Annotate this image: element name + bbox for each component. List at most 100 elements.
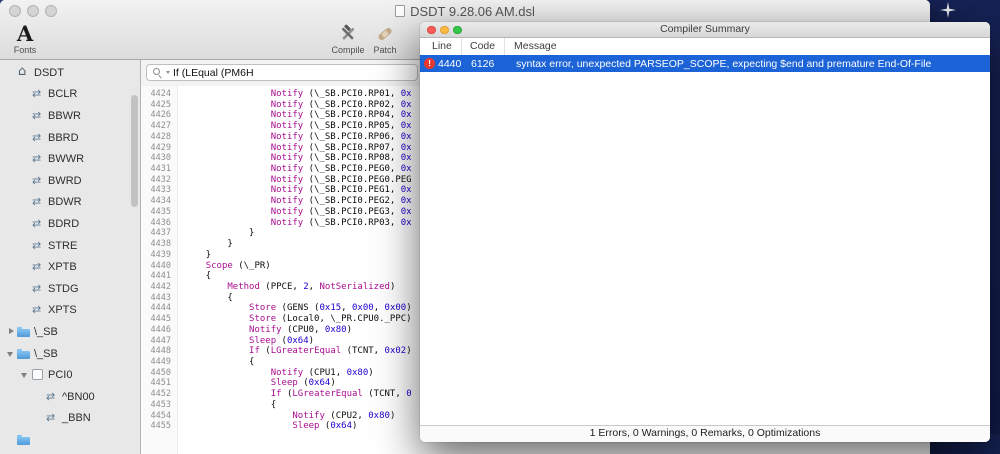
- compile-button-label: Compile: [331, 45, 365, 55]
- patch-button[interactable]: Patch: [366, 23, 404, 55]
- method-icon: [31, 195, 46, 208]
- method-icon: [31, 217, 46, 230]
- sidebar-item-xptb[interactable]: XPTB: [0, 256, 140, 278]
- compiler-titlebar[interactable]: Compiler Summary: [420, 22, 990, 38]
- sidebar-item-bbn[interactable]: _BBN: [0, 408, 140, 430]
- sidebar-item-bwrd[interactable]: BWRD: [0, 170, 140, 192]
- sidebar-item-xpts[interactable]: XPTS: [0, 300, 140, 322]
- zoom-button[interactable]: [45, 5, 57, 17]
- sidebar-item-dsdt[interactable]: DSDT: [0, 62, 140, 84]
- compile-icon: [341, 24, 355, 40]
- code-text: Notify (\_SB.PCI0.PEG3, 0x: [270, 206, 412, 217]
- code-text: Notify (\_SB.PCI0.PEG2, 0x: [270, 196, 412, 207]
- code-text: {: [184, 356, 255, 367]
- sidebar-item-bbrd[interactable]: BBRD: [0, 127, 140, 149]
- compiler-title-text: Compiler Summary: [660, 23, 750, 35]
- sidebar-item-label: BWRD: [48, 174, 82, 187]
- line-number: 4440: [150, 260, 171, 271]
- sidebar-item-label: BDWR: [48, 196, 82, 209]
- code-text: Notify (\_SB.PCI0.RP02, 0x: [270, 99, 412, 110]
- device-icon: [31, 369, 46, 381]
- sidebar-item-bwwr[interactable]: BWWR: [0, 148, 140, 170]
- sidebar-scrollbar[interactable]: [131, 95, 138, 207]
- disclosure-triangle[interactable]: [6, 327, 16, 337]
- sidebar-item-label: BBWR: [48, 109, 81, 122]
- error-row[interactable]: ! 4440 6126 syntax error, unexpected PARSEO…: [420, 55, 990, 72]
- sidebar-item-sb[interactable]: \_SB: [0, 343, 140, 365]
- line-number: 4450: [150, 367, 171, 378]
- method-icon: [31, 239, 46, 252]
- code-text: Notify (\_SB.PCI0.RP07, 0x: [270, 142, 412, 153]
- code-text: Sleep (0x64): [292, 421, 358, 432]
- line-number: 4439: [150, 249, 171, 260]
- fonts-button[interactable]: A Fonts: [4, 23, 46, 56]
- titlebar[interactable]: DSDT 9.28.06 AM.dsl: [0, 0, 930, 22]
- close-button[interactable]: [9, 5, 21, 17]
- line-number: 4441: [150, 271, 171, 282]
- line-number: 4433: [150, 185, 171, 196]
- sidebar-item-bbwr[interactable]: BBWR: [0, 105, 140, 127]
- line-number: 4430: [150, 153, 171, 164]
- column-message: Message: [514, 40, 557, 52]
- line-number: 4424: [150, 89, 171, 99]
- sidebar-item-stdg[interactable]: STDG: [0, 278, 140, 300]
- house-icon: [17, 64, 32, 79]
- line-number: 4448: [150, 346, 171, 357]
- compiler-zoom-button[interactable]: [453, 25, 462, 34]
- code-text: Notify (\_SB.PCI0.RP08, 0x: [270, 153, 412, 164]
- code-text: }: [184, 239, 233, 250]
- code-text: Notify (CPU2, 0x80): [292, 410, 396, 421]
- line-number: 4446: [150, 324, 171, 335]
- disclosure-triangle[interactable]: [20, 370, 30, 380]
- search-input[interactable]: [146, 64, 418, 81]
- desktop: { "desktop": { "background": "#1b2a63" }…: [0, 0, 1000, 454]
- method-icon: [31, 131, 46, 144]
- method-icon: [31, 282, 46, 295]
- line-number: 4438: [150, 239, 171, 250]
- error-list: ! 4440 6126 syntax error, unexpected PARSEO…: [420, 55, 990, 426]
- line-number: 4444: [150, 303, 171, 314]
- sidebar-item-sb[interactable]: \_SB: [0, 321, 140, 343]
- minimize-button[interactable]: [27, 5, 39, 17]
- line-number: 4425: [150, 99, 171, 110]
- code-text: Sleep (0x64): [270, 378, 336, 389]
- sidebar-item-bn00[interactable]: ^BN00: [0, 386, 140, 408]
- line-number: 4454: [150, 410, 171, 421]
- compiler-minimize-button[interactable]: [440, 25, 449, 34]
- line-number: 4455: [150, 421, 171, 432]
- sidebar-item-stre[interactable]: STRE: [0, 235, 140, 257]
- sidebar-item-bdwr[interactable]: BDWR: [0, 192, 140, 214]
- code-text: }: [184, 249, 212, 260]
- sidebar-item-label: XPTB: [48, 261, 77, 274]
- line-number: 4428: [150, 131, 171, 142]
- disclosure-triangle[interactable]: [6, 349, 16, 359]
- sidebar-item-bdrd[interactable]: BDRD: [0, 213, 140, 235]
- compile-button[interactable]: Compile: [326, 23, 370, 55]
- sidebar-item-label: PCI0: [48, 369, 73, 382]
- sidebar-item-label: ^BN00: [62, 390, 95, 403]
- error-code: 6126: [471, 57, 495, 70]
- sidebar-item[interactable]: [0, 429, 140, 451]
- sidebar-item-label: BCLR: [48, 88, 78, 101]
- compiler-close-button[interactable]: [427, 25, 436, 34]
- line-number: 4431: [150, 164, 171, 175]
- sidebar-item-label: STDG: [48, 282, 79, 295]
- folder-icon: [17, 434, 32, 446]
- sparkle-icon: [940, 2, 956, 18]
- line-number: 4445: [150, 314, 171, 325]
- sidebar-item-pci0[interactable]: PCI0: [0, 364, 140, 386]
- code-text: {: [184, 292, 233, 303]
- compiler-window: Compiler Summary Line Code Message ! 4440…: [420, 22, 990, 442]
- code-text: Sleep (0x64): [249, 335, 315, 346]
- sidebar-item-label: _BBN: [62, 412, 91, 425]
- sidebar-item-bclr[interactable]: BCLR: [0, 84, 140, 106]
- compiler-status-text: 1 Errors, 0 Warnings, 0 Remarks, 0 Optim…: [589, 427, 821, 439]
- line-number: 4451: [150, 378, 171, 389]
